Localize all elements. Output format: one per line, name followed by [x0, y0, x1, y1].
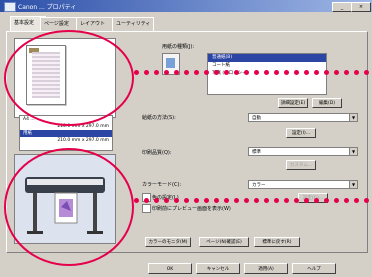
color-mode-select[interactable]: カラー ▼: [248, 180, 358, 189]
help-button[interactable]: ヘルプ: [292, 263, 336, 274]
highlight-dot: [164, 198, 169, 203]
list-item[interactable]: 210.0 mm x 297.0 mm: [20, 123, 112, 130]
highlight-dot: [364, 70, 369, 75]
highlight-dot: [144, 70, 149, 75]
printer-properties-window: Canon ... プロパティ _ × 基本設定 ページ設定 レイアウト ユーテ…: [0, 0, 372, 277]
highlight-dot: [314, 70, 319, 75]
apply-button[interactable]: 適用(A): [244, 263, 288, 274]
highlight-dot: [274, 70, 279, 75]
list-item[interactable]: 普通紙(B): [208, 54, 326, 62]
highlight-dot: [134, 198, 139, 203]
highlight-dot: [174, 70, 179, 75]
highlight-dot: [354, 70, 359, 75]
highlight-dot: [204, 70, 209, 75]
printer-icon: [4, 2, 16, 12]
highlight-dot: [144, 198, 149, 203]
highlight-dot: [284, 198, 289, 203]
window-title: Canon ... プロパティ: [18, 4, 77, 11]
paper-type-label: 用紙の種類(J):: [162, 44, 195, 50]
highlight-dot: [194, 198, 199, 203]
quality-custom-button[interactable]: カスタム...: [286, 160, 316, 170]
highlight-dot: [264, 198, 269, 203]
highlight-dot: [334, 198, 339, 203]
highlight-dot: [224, 198, 229, 203]
detail-settings-button[interactable]: 詳細設定(E): [278, 98, 308, 108]
close-button[interactable]: ×: [351, 2, 371, 12]
list-item[interactable]: 用紙: [20, 130, 112, 137]
source-select[interactable]: 自動 ▼: [248, 113, 358, 122]
highlight-dot: [244, 198, 249, 203]
minimize-button[interactable]: _: [332, 2, 352, 12]
quality-label: 印刷品質(Q):: [142, 150, 172, 156]
highlight-dot: [304, 198, 309, 203]
highlight-dot: [184, 198, 189, 203]
highlight-dot: [204, 198, 209, 203]
highlight-dot: [354, 198, 359, 203]
highlight-dot: [324, 70, 329, 75]
highlight-dot: [224, 70, 229, 75]
highlight-dot: [194, 70, 199, 75]
paper-size-list[interactable]: A4 ... 210.0 mm x 297.0 mm 用紙 210.0 mm x…: [19, 115, 113, 151]
list-item[interactable]: コート紙: [208, 62, 326, 70]
edit-button[interactable]: 編集(D): [312, 98, 342, 108]
highlight-dot: [294, 70, 299, 75]
highlight-dot: [164, 70, 169, 75]
highlight-dot: [344, 70, 349, 75]
cancel-button[interactable]: キャンセル: [196, 263, 240, 274]
highlight-dot: [254, 198, 259, 203]
title-bar: Canon ... プロパティ _ ×: [0, 0, 372, 12]
preview-checkbox[interactable]: [142, 204, 151, 213]
document-thumbnail: [26, 45, 66, 105]
highlight-dot: [154, 198, 159, 203]
highlight-dot: [134, 70, 139, 75]
printer-illustration: [15, 155, 115, 243]
ok-button[interactable]: OK: [148, 263, 192, 274]
chevron-down-icon[interactable]: ▼: [349, 148, 357, 155]
highlight-dot: [364, 198, 369, 203]
highlight-dot: [254, 70, 259, 75]
tab-utility[interactable]: ユーティリティ: [112, 17, 154, 31]
list-item[interactable]: A4 ...: [20, 116, 112, 123]
page-check-button[interactable]: ページ(N)確認(E): [199, 237, 249, 247]
quality-select[interactable]: 標準 ▼: [248, 147, 358, 156]
highlight-dot: [244, 70, 249, 75]
highlight-dot: [234, 70, 239, 75]
highlight-dot: [274, 198, 279, 203]
highlight-dot: [294, 198, 299, 203]
highlight-dot: [324, 198, 329, 203]
highlight-dot: [154, 70, 159, 75]
color-mode-value: カラー: [252, 183, 266, 188]
highlight-dot: [284, 70, 289, 75]
highlight-dot: [214, 70, 219, 75]
color-mode-label: カラーモード(C):: [142, 182, 182, 188]
source-label: 給紙の方法(S):: [142, 115, 176, 121]
preview-check-label: 印刷前にプレビュー画面を表示(W): [152, 206, 231, 212]
list-item[interactable]: 210.0 mm x 297.0 mm: [20, 137, 112, 144]
source-settings-button[interactable]: 設定(I)...: [286, 128, 316, 138]
highlight-dot: [184, 70, 189, 75]
highlight-dot: [174, 198, 179, 203]
chevron-down-icon[interactable]: ▼: [349, 114, 357, 121]
quality-value: 標準: [252, 150, 261, 155]
highlight-dot: [314, 198, 319, 203]
highlight-dot: [334, 70, 339, 75]
printer-image: [14, 154, 116, 244]
thumbnail-content: [32, 52, 60, 98]
highlight-dot: [344, 198, 349, 203]
highlight-dot: [264, 70, 269, 75]
highlight-dot: [304, 70, 309, 75]
highlight-dot: [214, 198, 219, 203]
chevron-down-icon[interactable]: ▼: [349, 181, 357, 188]
highlight-dot: [234, 198, 239, 203]
source-value: 自動: [252, 116, 261, 121]
color-monitor-button[interactable]: カラーのモニタ(M): [145, 237, 191, 247]
reset-defaults-button[interactable]: 標準に戻す(R): [254, 237, 300, 247]
